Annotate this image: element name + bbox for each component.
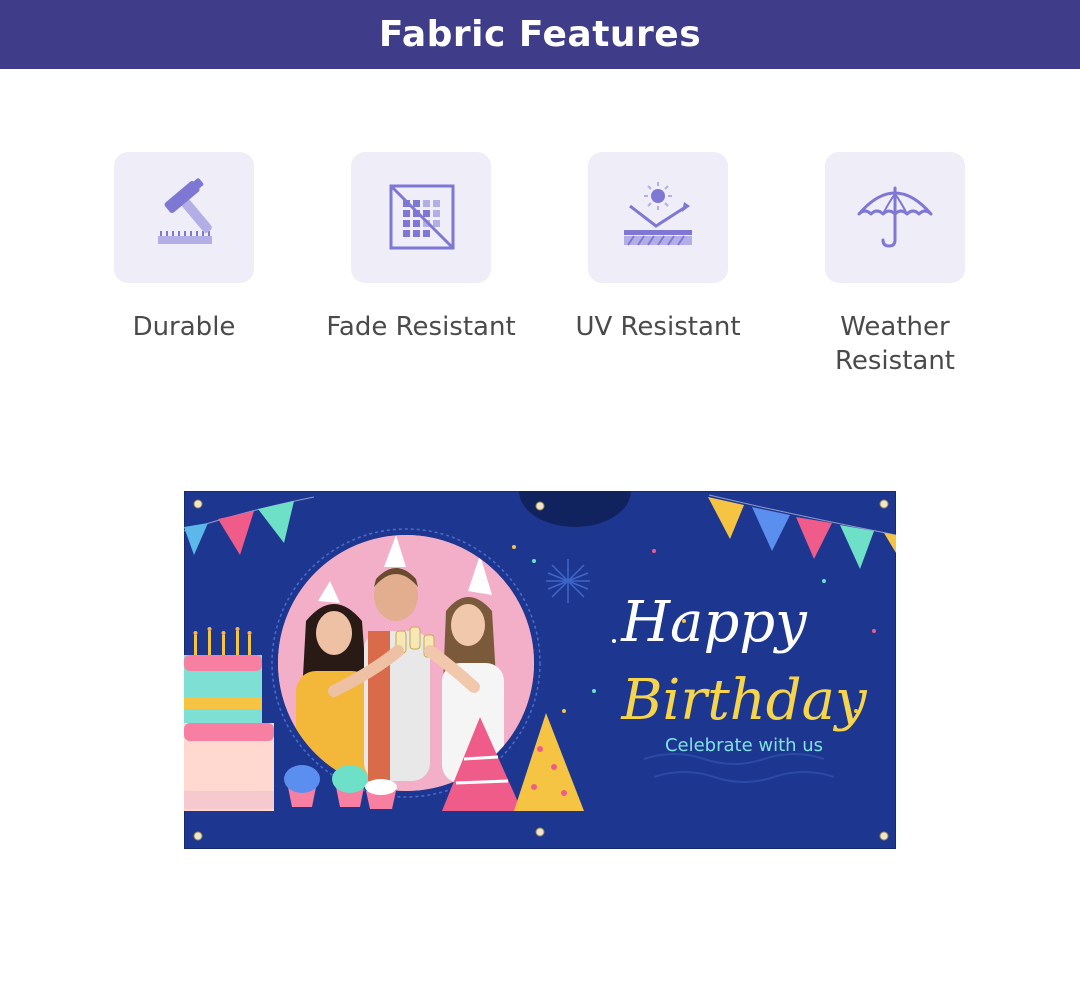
feature-weather-resistant: Weather Resistant	[785, 152, 1005, 378]
sun-reflect-icon	[624, 181, 692, 246]
page-title: Fabric Features	[378, 14, 702, 55]
banner-preview: Happy Birthday Celebrate with us	[183, 490, 897, 850]
feature-tile	[114, 152, 254, 283]
feature-durable: Durable	[74, 152, 294, 344]
banner-graphic: Happy Birthday Celebrate with us	[183, 490, 897, 850]
fade-grid-icon	[389, 184, 455, 249]
banner-line2: Birthday	[620, 668, 868, 733]
banner-tagline: Celebrate with us	[665, 735, 823, 756]
feature-fade-resistant: Fade Resistant	[311, 152, 531, 344]
page-header: Fabric Features	[0, 0, 1080, 69]
feature-label: Weather Resistant	[834, 312, 955, 376]
feature-uv-resistant: UV Resistant	[548, 152, 768, 344]
feature-label: Durable	[132, 312, 236, 342]
feature-label: Fade Resistant	[326, 312, 516, 342]
feature-tile	[825, 152, 965, 283]
hammer-icon	[158, 177, 212, 244]
feature-tile	[588, 152, 728, 283]
banner-line1: Happy	[620, 590, 808, 655]
feature-label: UV Resistant	[575, 312, 741, 342]
umbrella-icon	[857, 186, 933, 248]
feature-tile	[351, 152, 491, 283]
